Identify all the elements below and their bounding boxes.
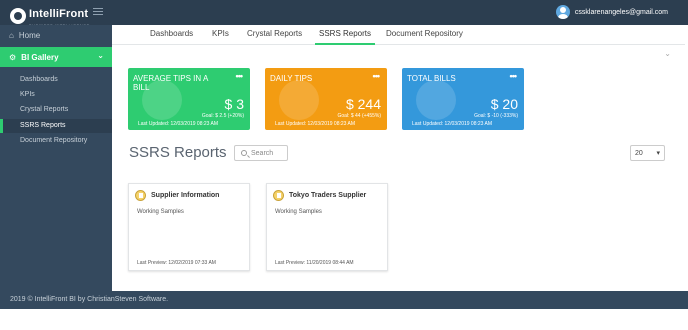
sidebar-item-label: BI Gallery — [21, 52, 59, 62]
tab-document-repository[interactable]: Document Repository — [382, 25, 467, 45]
tab-kpis[interactable]: KPIs — [208, 25, 233, 45]
kpi-card[interactable]: Average Tips in a Bill ••• $ 3 Goal: $ 2… — [128, 68, 250, 130]
sidebar-item-home[interactable]: ⌂ Home — [0, 25, 112, 45]
kpi-background-icon — [279, 80, 319, 120]
kpi-title: Daily Tips — [270, 74, 313, 83]
logo-icon — [10, 8, 26, 24]
sidebar-item-crystal-reports[interactable]: Crystal Reports — [0, 103, 112, 117]
kpi-title: Total Bills — [407, 74, 456, 83]
main-content: Dashboards KPIs Crystal Reports SSRS Rep… — [112, 25, 685, 291]
menu-toggle-icon[interactable] — [93, 8, 103, 16]
report-name[interactable]: Tokyo Traders Supplier — [289, 192, 366, 199]
sidebar-item-bi-gallery[interactable]: ⚙ BI Gallery ⌄ — [0, 47, 112, 67]
kpi-value: $ 3 — [224, 96, 244, 112]
kpi-goal: Goal: $ 2.5 (+20%) — [201, 113, 244, 119]
sidebar-item-document-repository[interactable]: Document Repository — [0, 134, 112, 148]
more-options-icon[interactable]: ••• — [236, 71, 244, 81]
kpi-card[interactable]: Total Bills ••• $ 20 Goal: $ -10 (-333%)… — [402, 68, 524, 130]
kpi-goal: Goal: $ -10 (-333%) — [474, 113, 518, 119]
report-icon — [273, 190, 284, 201]
sidebar-item-ssrs-reports[interactable]: SSRS Reports — [0, 119, 112, 133]
kpi-value: $ 244 — [345, 96, 381, 112]
more-options-icon[interactable]: ••• — [373, 71, 381, 81]
more-options-icon[interactable]: ••• — [510, 71, 518, 81]
sidebar-item-kpis[interactable]: KPIs — [0, 88, 112, 102]
report-icon — [135, 190, 146, 201]
search-placeholder: Search — [251, 149, 274, 157]
page-size-value: 20 — [635, 149, 643, 157]
sidebar-item-label: Home — [18, 30, 41, 40]
report-card[interactable]: Tokyo Traders Supplier Working Samples L… — [266, 183, 388, 271]
tab-dashboards[interactable]: Dashboards — [146, 25, 197, 45]
report-last-preview: Last Preview: 12/02/2019 07:33 AM — [137, 260, 216, 266]
kpi-last-updated: Last Updated: 12/03/2019 08:23 AM — [412, 121, 493, 127]
kpi-title: Average Tips in a Bill — [133, 74, 208, 92]
search-icon — [241, 150, 247, 156]
kpi-background-icon — [416, 80, 456, 120]
footer: 2019 © IntelliFront BI by ChristianSteve… — [0, 291, 688, 309]
collapse-chevron-icon[interactable]: ⌄ — [664, 49, 671, 58]
sidebar: ⌂ Home ⚙ BI Gallery ⌄ Dashboards KPIs Cr… — [0, 25, 112, 291]
home-icon: ⌂ — [9, 30, 14, 40]
report-description: Working Samples — [137, 209, 184, 215]
top-bar: IntelliFront BUSINESS INTELLIGENCE csskl… — [0, 0, 688, 28]
tab-ssrs-reports[interactable]: SSRS Reports — [315, 25, 376, 45]
logo-text: IntelliFront — [29, 8, 89, 20]
sidebar-item-dashboards[interactable]: Dashboards — [0, 73, 112, 87]
report-last-preview: Last Preview: 11/20/2019 08:44 AM — [275, 260, 354, 266]
kpi-value: $ 20 — [490, 96, 518, 112]
page-title: SSRS Reports — [129, 144, 227, 161]
caret-down-icon: ▾ — [656, 150, 660, 157]
kpi-goal: Goal: $ 44 (+455%) — [337, 113, 382, 119]
avatar[interactable] — [555, 5, 570, 19]
report-description: Working Samples — [275, 209, 322, 215]
tab-crystal-reports[interactable]: Crystal Reports — [243, 25, 306, 45]
kpi-last-updated: Last Updated: 12/03/2019 08:23 AM — [275, 121, 356, 127]
user-menu[interactable]: cssklarenangeles@gmail.com — [555, 5, 668, 19]
search-input[interactable]: Search — [234, 145, 288, 161]
user-email[interactable]: cssklarenangeles@gmail.com — [575, 9, 668, 16]
chevron-down-icon: ⌄ — [97, 51, 104, 60]
tab-bar: Dashboards KPIs Crystal Reports SSRS Rep… — [112, 25, 685, 45]
report-name[interactable]: Supplier Information — [151, 192, 219, 199]
kpi-last-updated: Last Updated: 12/03/2019 08:23 AM — [138, 121, 219, 127]
gear-icon: ⚙ — [9, 52, 17, 62]
page-size-select[interactable]: 20 ▾ — [630, 145, 665, 161]
kpi-card[interactable]: Daily Tips ••• $ 244 Goal: $ 44 (+455%) … — [265, 68, 387, 130]
report-card[interactable]: Supplier Information Working Samples Las… — [128, 183, 250, 271]
